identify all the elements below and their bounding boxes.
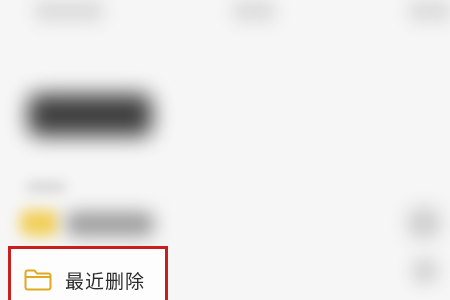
blurred-top-item-1 [34,0,104,22]
recently-deleted-label: 最近删除 [65,270,146,293]
recently-deleted-row[interactable]: 最近删除 [8,246,168,300]
blurred-top-item-3 [408,0,450,22]
blurred-row-count [408,208,440,238]
blurred-folder-icon [20,210,58,236]
recently-deleted-row-content: 最近删除 [23,265,145,295]
blurred-page-title [28,94,152,136]
blurred-section-label [26,182,66,192]
notes-folder-screen: 最近删除 [0,0,450,300]
blurred-row-count-2 [412,258,438,284]
blurred-folder-label [66,212,154,236]
folder-icon [24,269,52,291]
blurred-top-item-2 [232,0,276,22]
